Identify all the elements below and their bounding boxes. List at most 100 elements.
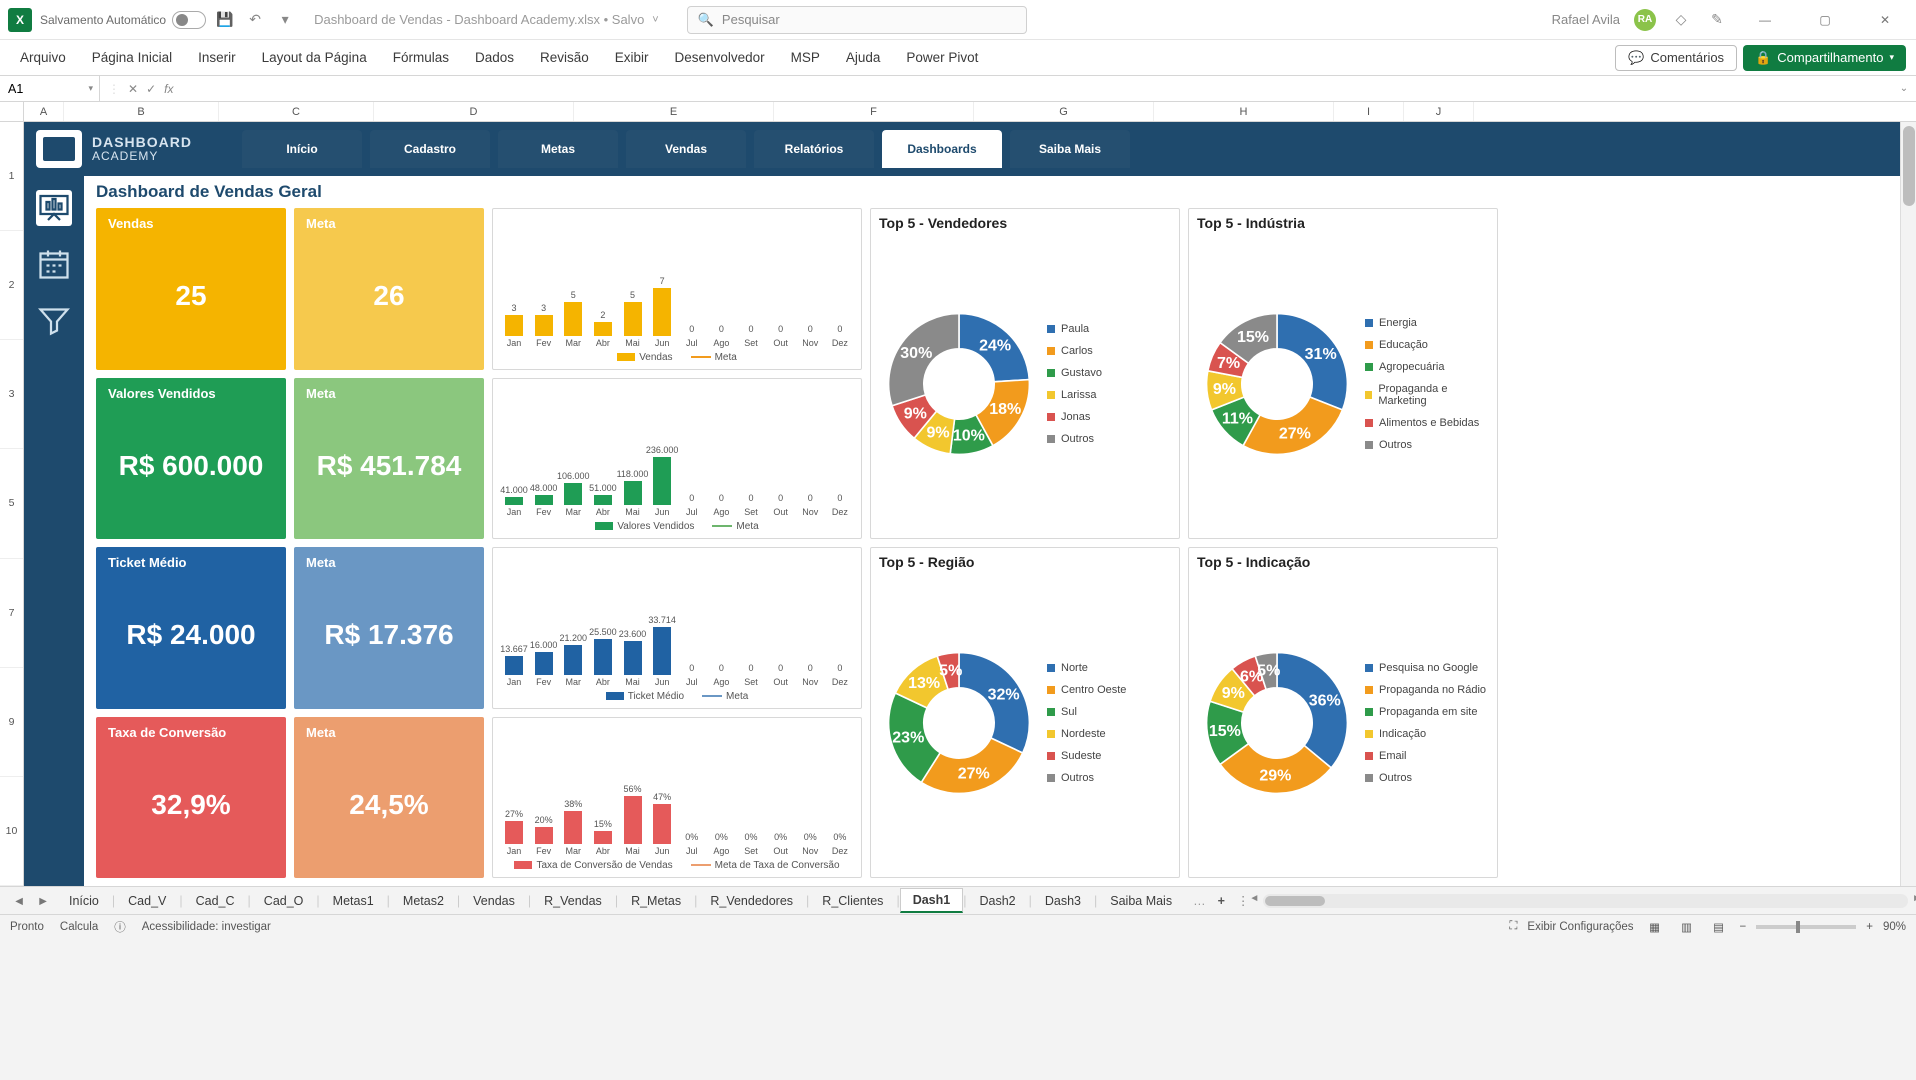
confirm-icon[interactable]: ✓ xyxy=(146,82,156,96)
column-header[interactable]: C xyxy=(219,102,374,121)
sheet-tab-dash2[interactable]: Dash2 xyxy=(966,889,1028,913)
dashboard-tab-início[interactable]: Início xyxy=(242,130,362,168)
tab-nav-next-icon[interactable]: ► xyxy=(32,894,54,908)
column-header[interactable]: E xyxy=(574,102,774,121)
sidebar-presentation-icon[interactable] xyxy=(36,190,72,226)
zoom-in-button[interactable]: + xyxy=(1866,921,1873,933)
column-header[interactable]: D xyxy=(374,102,574,121)
zoom-level[interactable]: 90% xyxy=(1883,921,1906,933)
comments-button[interactable]: 💬Comentários xyxy=(1615,45,1737,71)
dashboard-tab-metas[interactable]: Metas xyxy=(498,130,618,168)
hscroll-right-icon[interactable]: ► xyxy=(1912,893,1916,904)
ribbon-tab-layout-da-página[interactable]: Layout da Página xyxy=(252,44,377,71)
row-header[interactable]: 5 xyxy=(0,449,23,558)
ribbon-tab-msp[interactable]: MSP xyxy=(781,44,830,71)
search-box[interactable]: 🔍 Pesquisar xyxy=(687,6,1027,34)
dashboard-tab-cadastro[interactable]: Cadastro xyxy=(370,130,490,168)
cancel-icon[interactable]: ✕ xyxy=(128,82,138,96)
sidebar-calendar-icon[interactable] xyxy=(36,246,72,282)
sheet-tab-metas2[interactable]: Metas2 xyxy=(390,889,457,913)
dashboard-tab-dashboards[interactable]: Dashboards xyxy=(882,130,1002,168)
month-label: Nov xyxy=(802,507,818,517)
column-header[interactable]: H xyxy=(1154,102,1334,121)
autosave-toggle[interactable] xyxy=(172,11,206,29)
share-button[interactable]: 🔒Compartilhamento▾ xyxy=(1743,45,1906,71)
ribbon-tab-exibir[interactable]: Exibir xyxy=(605,44,659,71)
accessibility-icon[interactable]: ⓘ xyxy=(114,919,126,935)
filename[interactable]: Dashboard de Vendas - Dashboard Academy.… xyxy=(314,12,644,27)
status-display[interactable]: Exibir Configurações xyxy=(1527,921,1633,933)
sidebar-filter-icon[interactable] xyxy=(36,302,72,338)
maximize-button[interactable]: ▢ xyxy=(1802,6,1848,34)
fx-icon[interactable]: fx xyxy=(164,82,173,96)
row-header[interactable]: 3 xyxy=(0,340,23,449)
ribbon-tab-arquivo[interactable]: Arquivo xyxy=(10,44,76,71)
undo-icon[interactable]: ↶ xyxy=(244,9,266,31)
row-header[interactable]: 1 xyxy=(0,122,23,231)
minimize-button[interactable]: — xyxy=(1742,6,1788,34)
kpi-value: R$ 600.000 xyxy=(108,450,274,482)
tab-nav-prev-icon[interactable]: ◄ xyxy=(8,894,30,908)
customize-qat-icon[interactable]: ▾ xyxy=(274,9,296,31)
coming-soon-icon[interactable]: ✎ xyxy=(1706,9,1728,31)
user-avatar[interactable]: RA xyxy=(1634,9,1656,31)
sheet-tab-r_metas[interactable]: R_Metas xyxy=(618,889,694,913)
tab-more-icon[interactable]: … xyxy=(1193,894,1206,908)
ribbon-tab-inserir[interactable]: Inserir xyxy=(188,44,246,71)
sheet-tab-r_vendedores[interactable]: R_Vendedores xyxy=(697,889,806,913)
sheet-tab-r_clientes[interactable]: R_Clientes xyxy=(809,889,896,913)
view-page-layout-icon[interactable]: ▥ xyxy=(1676,918,1698,936)
sheet-tab-metas1[interactable]: Metas1 xyxy=(320,889,387,913)
ribbon-tab-revisão[interactable]: Revisão xyxy=(530,44,599,71)
view-normal-icon[interactable]: ▦ xyxy=(1644,918,1666,936)
ribbon-tab-dados[interactable]: Dados xyxy=(465,44,524,71)
ribbon-tab-página-inicial[interactable]: Página Inicial xyxy=(82,44,182,71)
column-header[interactable]: B xyxy=(64,102,219,121)
ribbon-tab-desenvolvedor[interactable]: Desenvolvedor xyxy=(665,44,775,71)
sheet-tab-cad_v[interactable]: Cad_V xyxy=(115,889,179,913)
zoom-slider[interactable] xyxy=(1756,925,1856,929)
dashboard-tab-vendas[interactable]: Vendas xyxy=(626,130,746,168)
chart-legend: Valores VendidosMeta xyxy=(501,521,853,532)
column-header[interactable]: F xyxy=(774,102,974,121)
display-settings-icon[interactable]: ⛶ xyxy=(1509,920,1517,933)
ribbon-tab-power-pivot[interactable]: Power Pivot xyxy=(896,44,988,71)
filename-dropdown-icon[interactable]: ˅ xyxy=(652,14,658,26)
close-button[interactable]: ✕ xyxy=(1862,6,1908,34)
ribbon-tab-fórmulas[interactable]: Fórmulas xyxy=(383,44,459,71)
hscroll-left-icon[interactable]: ◄ xyxy=(1249,893,1259,904)
select-all-corner[interactable] xyxy=(0,102,24,121)
horizontal-scrollbar[interactable]: ◄ ► xyxy=(1263,894,1908,908)
new-sheet-button[interactable]: + xyxy=(1208,894,1235,908)
sheet-tab-cad_c[interactable]: Cad_C xyxy=(183,889,248,913)
column-header[interactable]: I xyxy=(1334,102,1404,121)
zoom-out-button[interactable]: − xyxy=(1740,921,1747,933)
column-header[interactable]: G xyxy=(974,102,1154,121)
status-accessibility[interactable]: Acessibilidade: investigar xyxy=(142,921,271,933)
tab-options-icon[interactable]: ⋮ xyxy=(1237,893,1250,908)
view-page-break-icon[interactable]: ▤ xyxy=(1708,918,1730,936)
sheet-tab-início[interactable]: Início xyxy=(56,889,112,913)
ribbon-tab-ajuda[interactable]: Ajuda xyxy=(836,44,891,71)
row-header[interactable]: 10 xyxy=(0,777,23,886)
formula-expand-icon[interactable]: ⌄ xyxy=(1892,83,1916,94)
sheet-tab-cad_o[interactable]: Cad_O xyxy=(251,889,317,913)
vertical-scrollbar[interactable] xyxy=(1900,122,1916,886)
save-icon[interactable]: 💾 xyxy=(214,9,236,31)
formula-input[interactable] xyxy=(181,76,1892,101)
column-header[interactable]: J xyxy=(1404,102,1474,121)
row-header[interactable]: 9 xyxy=(0,668,23,777)
diamond-icon[interactable]: ◇ xyxy=(1670,9,1692,31)
name-box[interactable]: A1 xyxy=(0,76,100,101)
sheet-tab-saiba mais[interactable]: Saiba Mais xyxy=(1097,889,1185,913)
dashboard-tab-saiba-mais[interactable]: Saiba Mais xyxy=(1010,130,1130,168)
sheet-tab-dash3[interactable]: Dash3 xyxy=(1032,889,1094,913)
user-name[interactable]: Rafael Avila xyxy=(1552,12,1620,27)
sheet-tab-vendas[interactable]: Vendas xyxy=(460,889,528,913)
sheet-tab-dash1[interactable]: Dash1 xyxy=(900,888,964,913)
sheet-tab-r_vendas[interactable]: R_Vendas xyxy=(531,889,615,913)
row-header[interactable]: 7 xyxy=(0,559,23,668)
dashboard-tab-relatórios[interactable]: Relatórios xyxy=(754,130,874,168)
row-header[interactable]: 2 xyxy=(0,231,23,340)
column-header[interactable]: A xyxy=(24,102,64,121)
